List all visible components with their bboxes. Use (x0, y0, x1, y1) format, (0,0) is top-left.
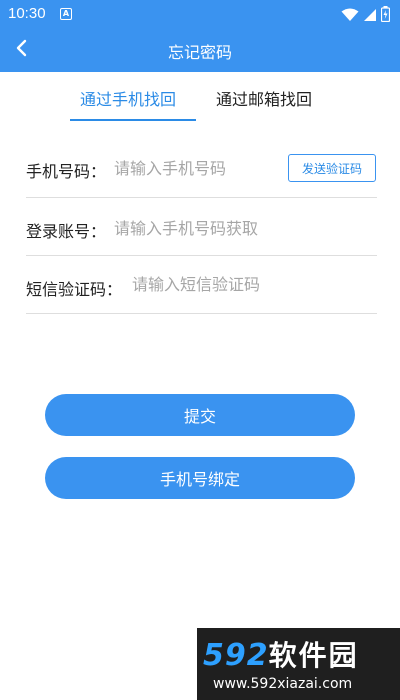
phone-input[interactable] (114, 154, 284, 182)
phone-label: 手机号码： (26, 162, 107, 181)
watermark-url: www.592xiazai.com (213, 676, 353, 692)
sms-code-label: 短信验证码： (26, 280, 123, 299)
sms-code-input[interactable] (132, 270, 352, 298)
watermark-logo: 592软件园 (203, 634, 359, 674)
account-input[interactable] (114, 214, 364, 242)
send-code-button[interactable]: 发送验证码 (288, 154, 376, 182)
wifi-icon (341, 7, 359, 26)
watermark-number: 592 (203, 638, 269, 673)
battery-icon (380, 6, 391, 26)
status-time: 10:30 (8, 5, 46, 22)
watermark-brand-text: 软件园 (268, 639, 359, 672)
tab-email-recovery[interactable]: 通过邮箱找回 (216, 86, 312, 110)
phone-row: 手机号码： 发送验证码 (26, 140, 377, 198)
bind-phone-button[interactable]: 手机号绑定 (45, 457, 355, 499)
page-title: 忘记密码 (167, 43, 232, 62)
active-tab-indicator (70, 119, 196, 121)
app-bar: 忘记密码 (0, 28, 400, 72)
status-bar: 10:30 A (0, 0, 400, 28)
sms-code-row: 短信验证码： (26, 256, 377, 314)
recovery-tabs: 通过手机找回 通过邮箱找回 (0, 72, 400, 122)
signal-icon (363, 7, 377, 26)
account-row: 登录账号： (26, 198, 377, 256)
account-label: 登录账号： (26, 222, 107, 241)
notification-badge-icon: A (60, 8, 72, 20)
submit-button[interactable]: 提交 (45, 394, 355, 436)
status-icons (341, 6, 391, 26)
tab-phone-recovery[interactable]: 通过手机找回 (80, 86, 176, 110)
watermark: 592软件园 www.592xiazai.com (197, 628, 400, 700)
